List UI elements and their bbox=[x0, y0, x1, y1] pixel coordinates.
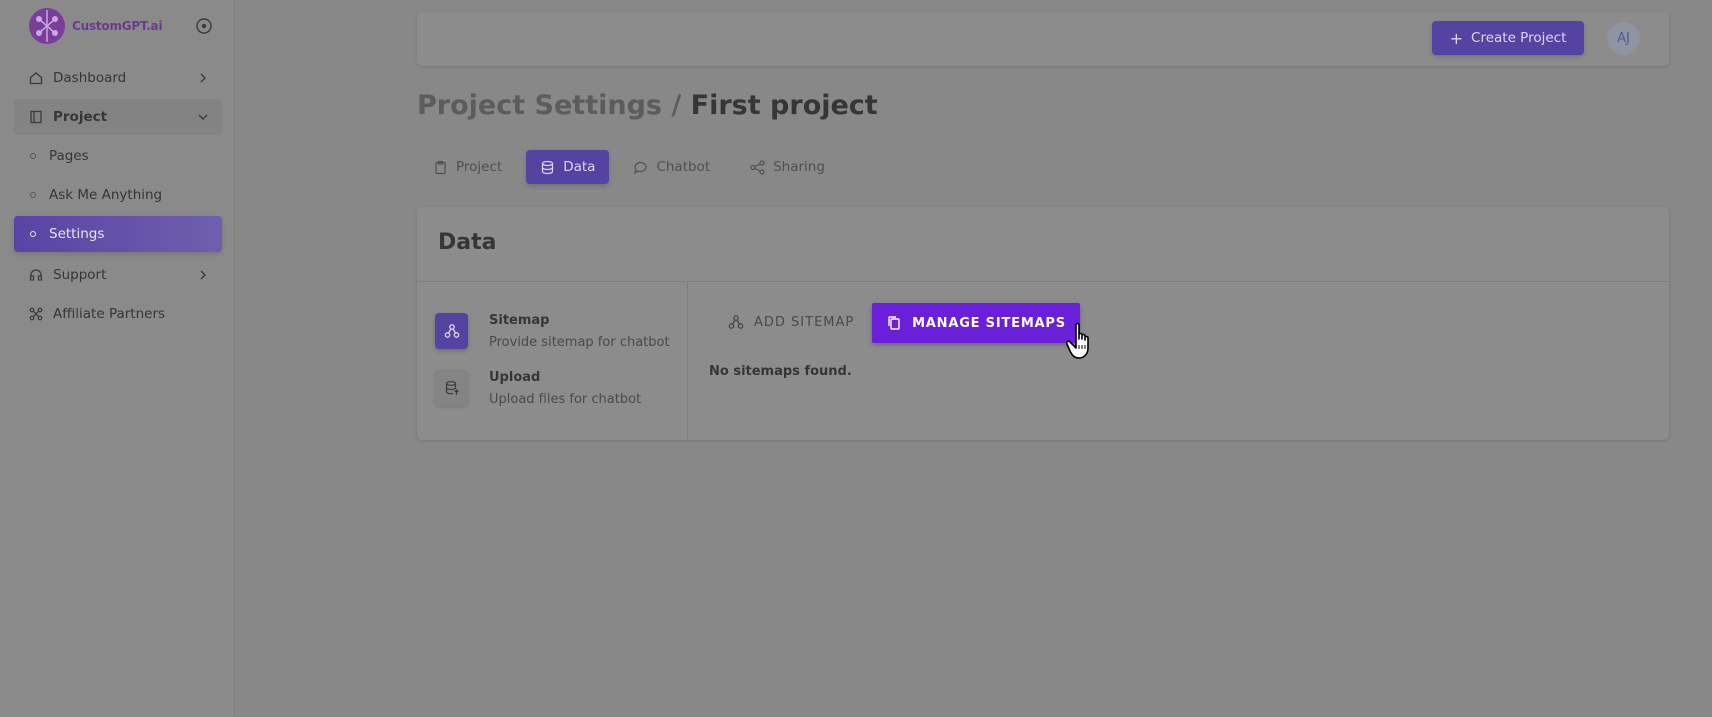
brand-name: CustomGPT.ai bbox=[72, 19, 163, 33]
tab-label: Sharing bbox=[773, 159, 825, 175]
option-title: Sitemap bbox=[489, 313, 550, 328]
sitemap-icon bbox=[728, 314, 744, 330]
clipboard-icon bbox=[433, 160, 448, 175]
sidebar-item-affiliate-partners[interactable]: Affiliate Partners bbox=[14, 296, 222, 332]
sidebar-item-label: Support bbox=[53, 267, 107, 283]
option-sitemap[interactable]: Sitemap Provide sitemap for chatbot bbox=[435, 313, 670, 350]
sidebar-item-label: Ask Me Anything bbox=[49, 187, 163, 203]
chat-icon bbox=[633, 160, 648, 175]
tab-label: Data bbox=[563, 159, 596, 175]
sidebar-item-label: Affiliate Partners bbox=[53, 306, 166, 322]
brand[interactable]: CustomGPT.ai bbox=[26, 6, 163, 46]
database-upload-icon bbox=[435, 370, 468, 406]
sidebar-item-ask-me-anything[interactable]: Ask Me Anything bbox=[14, 177, 222, 213]
add-sitemap-label: ADD SITEMAP bbox=[754, 314, 855, 330]
create-project-label: Create Project bbox=[1471, 30, 1567, 46]
breadcrumb-current: First project bbox=[690, 90, 878, 121]
option-title: Upload bbox=[489, 370, 541, 385]
sidebar-item-label: Settings bbox=[49, 226, 105, 242]
page-title: Project Settings / First project bbox=[417, 90, 878, 121]
chevron-right-icon bbox=[200, 73, 206, 83]
manage-sitemaps-label: MANAGE SITEMAPS bbox=[912, 315, 1066, 331]
avatar[interactable]: AJ bbox=[1607, 22, 1640, 55]
brain-logo-icon bbox=[29, 8, 65, 44]
option-desc: Upload files for chatbot bbox=[489, 392, 642, 407]
sidebar-item-pages[interactable]: Pages bbox=[14, 138, 222, 174]
sidebar-item-settings[interactable]: Settings bbox=[14, 216, 222, 252]
chevron-down-icon bbox=[198, 114, 208, 120]
sidebar: CustomGPT.ai Dashboard Project Pages Ask… bbox=[0, 0, 235, 717]
copy-icon bbox=[886, 315, 902, 331]
sidebar-item-dashboard[interactable]: Dashboard bbox=[14, 60, 222, 96]
sidebar-item-label: Pages bbox=[49, 148, 89, 164]
chevron-right-icon bbox=[200, 270, 206, 280]
breadcrumb-parent[interactable]: Project Settings / bbox=[417, 90, 681, 121]
sitemap-icon bbox=[435, 313, 468, 349]
headphones-icon bbox=[28, 268, 43, 283]
add-sitemap-button[interactable]: ADD SITEMAP bbox=[728, 307, 854, 337]
circle-icon bbox=[30, 192, 36, 198]
sidebar-nav: Dashboard Project Pages Ask Me Anything … bbox=[14, 60, 222, 335]
divider bbox=[687, 282, 688, 440]
tab-project[interactable]: Project bbox=[417, 150, 518, 184]
option-desc: Provide sitemap for chatbot bbox=[489, 335, 670, 350]
home-icon bbox=[28, 71, 43, 86]
top-bar: + Create Project AJ bbox=[417, 12, 1669, 66]
book-icon bbox=[28, 110, 43, 125]
share-icon bbox=[750, 159, 765, 175]
tab-label: Project bbox=[456, 159, 503, 175]
tab-chatbot[interactable]: Chatbot bbox=[617, 150, 726, 184]
tab-label: Chatbot bbox=[656, 159, 711, 175]
option-upload[interactable]: Upload Upload files for chatbot bbox=[435, 370, 641, 407]
sidebar-item-label: Dashboard bbox=[53, 70, 127, 86]
collapse-sidebar-icon[interactable] bbox=[196, 18, 212, 34]
hand-cursor-icon bbox=[1066, 322, 1089, 359]
circle-icon bbox=[30, 231, 36, 237]
empty-state-message: No sitemaps found. bbox=[709, 364, 852, 379]
settings-tabs: Project Data Chatbot Sharing bbox=[417, 150, 849, 184]
card-title: Data bbox=[438, 230, 497, 255]
circle-icon bbox=[30, 153, 36, 159]
network-icon bbox=[28, 307, 43, 322]
sidebar-item-support[interactable]: Support bbox=[14, 257, 222, 293]
create-project-button[interactable]: + Create Project bbox=[1432, 21, 1584, 55]
sidebar-item-label: Project bbox=[53, 109, 108, 125]
tab-data[interactable]: Data bbox=[526, 150, 610, 184]
manage-sitemaps-button[interactable]: MANAGE SITEMAPS bbox=[872, 303, 1080, 343]
divider bbox=[417, 281, 1669, 282]
plus-icon: + bbox=[1449, 28, 1464, 48]
database-icon bbox=[540, 160, 555, 175]
sidebar-item-project[interactable]: Project bbox=[14, 99, 222, 135]
tab-sharing[interactable]: Sharing bbox=[734, 150, 841, 184]
